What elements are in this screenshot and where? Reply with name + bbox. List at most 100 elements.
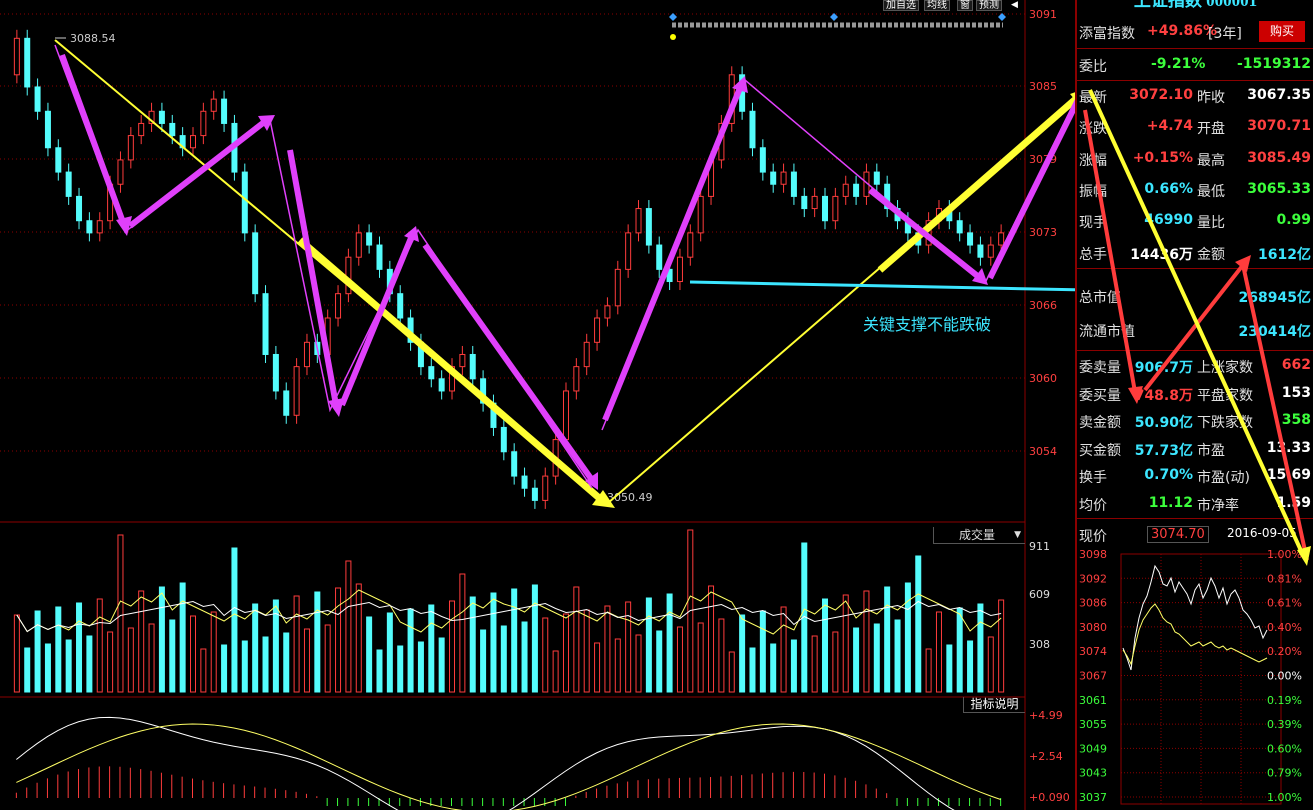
- volume-bar[interactable]: [790, 639, 797, 693]
- volume-bar[interactable]: [428, 604, 435, 693]
- candle[interactable]: [790, 171, 797, 197]
- candle[interactable]: [604, 305, 611, 319]
- volume-bar[interactable]: [158, 586, 165, 693]
- volume-bar[interactable]: [189, 615, 196, 693]
- volume-bar[interactable]: [894, 619, 901, 693]
- volume-bar[interactable]: [873, 623, 880, 693]
- volume-bar[interactable]: [76, 602, 83, 693]
- volume-bar[interactable]: [749, 647, 756, 693]
- volume-bar[interactable]: [303, 628, 310, 693]
- candle[interactable]: [521, 475, 528, 489]
- candle[interactable]: [169, 122, 176, 137]
- volume-bar[interactable]: [231, 547, 238, 693]
- candle[interactable]: [262, 293, 269, 355]
- candle[interactable]: [635, 208, 642, 234]
- volume-bar[interactable]: [221, 644, 228, 693]
- volume-bar[interactable]: [24, 647, 31, 693]
- volume-bar[interactable]: [200, 648, 207, 693]
- candle[interactable]: [614, 268, 621, 307]
- candle[interactable]: [428, 366, 435, 380]
- volume-bar[interactable]: [459, 573, 466, 693]
- volume-bar[interactable]: [977, 603, 984, 693]
- volume-bar[interactable]: [967, 640, 974, 693]
- candle[interactable]: [283, 390, 290, 416]
- volume-bar[interactable]: [65, 639, 72, 693]
- volume-bar[interactable]: [210, 611, 217, 693]
- volume-bar[interactable]: [13, 614, 20, 693]
- volume-bar[interactable]: [55, 606, 62, 693]
- volume-bar[interactable]: [179, 582, 186, 693]
- volume-bar[interactable]: [34, 610, 41, 693]
- volume-bar[interactable]: [345, 560, 352, 693]
- candle[interactable]: [780, 171, 787, 185]
- volume-bar[interactable]: [86, 635, 93, 693]
- candle[interactable]: [998, 232, 1005, 246]
- candle[interactable]: [65, 171, 72, 197]
- volume-bar[interactable]: [241, 640, 248, 693]
- candle[interactable]: [13, 37, 20, 76]
- volume-bar[interactable]: [708, 585, 715, 693]
- volume-bar[interactable]: [697, 622, 704, 693]
- candle[interactable]: [562, 390, 569, 441]
- volume-bar[interactable]: [542, 617, 549, 693]
- volume-bar[interactable]: [925, 648, 932, 693]
- candle[interactable]: [656, 244, 663, 270]
- toolbar-button-3[interactable]: 预测: [976, 0, 1002, 11]
- volume-bar[interactable]: [552, 650, 559, 693]
- toolbar-button-2[interactable]: 窗: [957, 0, 973, 11]
- candle[interactable]: [801, 195, 808, 210]
- volume-bar[interactable]: [614, 638, 621, 693]
- candle[interactable]: [500, 426, 507, 453]
- volume-bar[interactable]: [490, 592, 497, 693]
- volume-bar[interactable]: [946, 644, 953, 693]
- candle[interactable]: [967, 232, 974, 246]
- volume-bar[interactable]: [511, 588, 518, 693]
- candle[interactable]: [873, 171, 880, 185]
- volume-bar[interactable]: [884, 586, 891, 693]
- volume-bar[interactable]: [832, 631, 839, 693]
- candle[interactable]: [355, 232, 362, 258]
- candle[interactable]: [200, 110, 207, 137]
- candle[interactable]: [853, 183, 860, 197]
- toolbar-button-0[interactable]: 加自选: [883, 0, 919, 11]
- candle[interactable]: [511, 451, 518, 477]
- volume-bar[interactable]: [635, 634, 642, 693]
- kline-chart[interactable]: 3091308530793073306630603054 911609308 +…: [0, 0, 1075, 810]
- candle[interactable]: [252, 232, 259, 295]
- candle[interactable]: [469, 353, 476, 380]
- volume-bar[interactable]: [822, 598, 829, 693]
- candle[interactable]: [189, 135, 196, 149]
- volume-bar[interactable]: [656, 630, 663, 693]
- volume-bar[interactable]: [262, 636, 269, 693]
- volume-title[interactable]: 成交量 ▼: [933, 527, 1025, 544]
- candle[interactable]: [117, 159, 124, 185]
- candle[interactable]: [55, 147, 62, 173]
- volume-bar[interactable]: [573, 586, 580, 693]
- candle[interactable]: [376, 244, 383, 270]
- volume-bar[interactable]: [417, 641, 424, 693]
- volume-bar[interactable]: [811, 635, 818, 693]
- candle[interactable]: [76, 195, 83, 222]
- candle[interactable]: [335, 293, 342, 319]
- candle[interactable]: [770, 171, 777, 185]
- candle[interactable]: [138, 122, 145, 137]
- candle[interactable]: [542, 475, 549, 501]
- candle[interactable]: [86, 220, 93, 234]
- candle[interactable]: [272, 353, 279, 392]
- candle[interactable]: [594, 317, 601, 343]
- volume-bar[interactable]: [480, 629, 487, 693]
- volume-bar[interactable]: [739, 614, 746, 693]
- volume-bar[interactable]: [853, 627, 860, 693]
- volume-bar[interactable]: [676, 626, 683, 693]
- volume-bar[interactable]: [759, 610, 766, 693]
- volume-bar[interactable]: [728, 651, 735, 693]
- candle[interactable]: [293, 366, 300, 416]
- candle[interactable]: [832, 195, 839, 222]
- volume-bar[interactable]: [915, 555, 922, 693]
- volume-bar[interactable]: [117, 534, 124, 693]
- candle[interactable]: [811, 195, 818, 210]
- volume-bar[interactable]: [283, 632, 290, 693]
- buy-button[interactable]: 购买: [1259, 21, 1305, 42]
- volume-bar[interactable]: [987, 636, 994, 693]
- candle[interactable]: [210, 98, 217, 112]
